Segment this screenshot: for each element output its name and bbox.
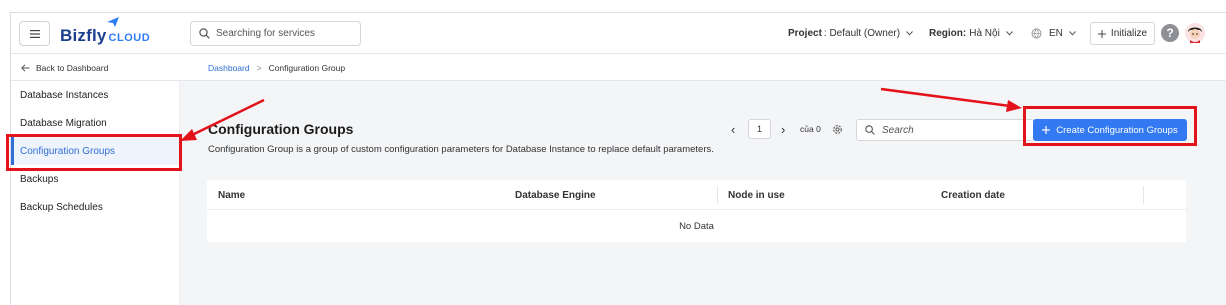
project-selector[interactable]: Project : Default (Owner) [788, 13, 913, 54]
service-search-box[interactable] [190, 21, 361, 46]
chevron-left-icon: ‹ [731, 121, 736, 137]
chevron-down-icon [1005, 31, 1013, 36]
sidebar-item-database-migration[interactable]: Database Migration [11, 109, 180, 137]
table-header: Name Database Engine Node in use Creatio… [207, 180, 1186, 210]
column-divider [717, 186, 718, 204]
chevron-right-icon: › [781, 121, 786, 137]
top-header: Bizfly CLOUD Project : Default (Owner) R… [11, 13, 1226, 54]
column-header-database-engine[interactable]: Database Engine [515, 180, 596, 210]
configuration-search-box[interactable] [856, 119, 1034, 141]
bizfly-logo[interactable]: Bizfly CLOUD [60, 17, 151, 46]
project-label: Project [788, 28, 822, 39]
paper-plane-icon [107, 17, 119, 27]
project-value: : Default (Owner) [823, 28, 901, 39]
configuration-search-input[interactable] [882, 124, 1022, 136]
hamburger-icon [29, 29, 40, 38]
table-settings-button[interactable] [832, 119, 843, 139]
help-icon[interactable]: ? [1161, 24, 1179, 42]
gear-icon [833, 124, 842, 134]
column-header-creation-date[interactable]: Creation date [941, 180, 1005, 210]
page-number-input[interactable]: 1 [748, 119, 771, 139]
column-divider [1143, 186, 1144, 204]
pagination-next-button[interactable]: › [781, 119, 785, 139]
search-icon [865, 125, 875, 135]
sidebar-item-label: Backups [20, 173, 59, 185]
page-title: Configuration Groups [208, 121, 354, 137]
highlight-box-sidebar [6, 134, 182, 171]
back-label: Back to Dashboard [36, 62, 109, 73]
page-description: Configuration Group is a group of custom… [208, 144, 714, 155]
breadcrumb: Dashboard > Configuration Group [208, 54, 345, 81]
arrow-left-icon [21, 63, 30, 72]
initialize-button[interactable]: Initialize [1090, 22, 1155, 45]
table-empty-state: No Data [679, 220, 714, 232]
menu-toggle-button[interactable] [19, 21, 50, 46]
back-to-dashboard-link[interactable]: Back to Dashboard [21, 54, 108, 81]
sidebar-item-backup-schedules[interactable]: Backup Schedules [11, 193, 180, 221]
avatar[interactable] [1185, 23, 1205, 43]
sub-header: Back to Dashboard Dashboard > Configurat… [11, 54, 1226, 81]
language-value: EN [1049, 28, 1063, 39]
initialize-label: Initialize [1110, 28, 1148, 39]
breadcrumb-current: Configuration Group [268, 62, 346, 73]
sidebar-item-database-instances[interactable]: Database Instances [11, 81, 180, 109]
region-value: Hà Nội [969, 28, 1000, 39]
logo-text: Bizfly [60, 26, 107, 45]
breadcrumb-separator: > [256, 62, 262, 73]
app-window: Bizfly CLOUD Project : Default (Owner) R… [10, 12, 1226, 305]
search-icon [199, 28, 210, 39]
column-header-node-in-use[interactable]: Node in use [728, 180, 785, 210]
column-header-name[interactable]: Name [218, 180, 245, 210]
sidebar-item-label: Database Instances [20, 89, 109, 101]
sidebar: Database Instances Database Migration Co… [11, 81, 180, 305]
service-search-input[interactable] [216, 28, 346, 39]
language-selector[interactable]: EN [1031, 13, 1076, 54]
region-label: Region: [929, 28, 967, 39]
plus-icon [1097, 29, 1106, 38]
configuration-groups-table: Name Database Engine Node in use Creatio… [207, 180, 1186, 242]
chevron-down-icon [1069, 31, 1076, 36]
pagination-prev-button[interactable]: ‹ [731, 119, 735, 139]
breadcrumb-dashboard-link[interactable]: Dashboard [208, 63, 250, 73]
region-selector[interactable]: Region: Hà Nội [929, 13, 1013, 54]
logo-subtext: CLOUD [108, 32, 151, 44]
pagination-total-label: của 0 [800, 124, 821, 134]
sidebar-item-label: Backup Schedules [20, 201, 103, 213]
highlight-box-create-button [1023, 106, 1197, 146]
sidebar-item-label: Database Migration [20, 117, 107, 129]
pagination-total: của 0 [800, 119, 821, 139]
chevron-down-icon [906, 31, 913, 36]
globe-icon [1031, 28, 1042, 39]
